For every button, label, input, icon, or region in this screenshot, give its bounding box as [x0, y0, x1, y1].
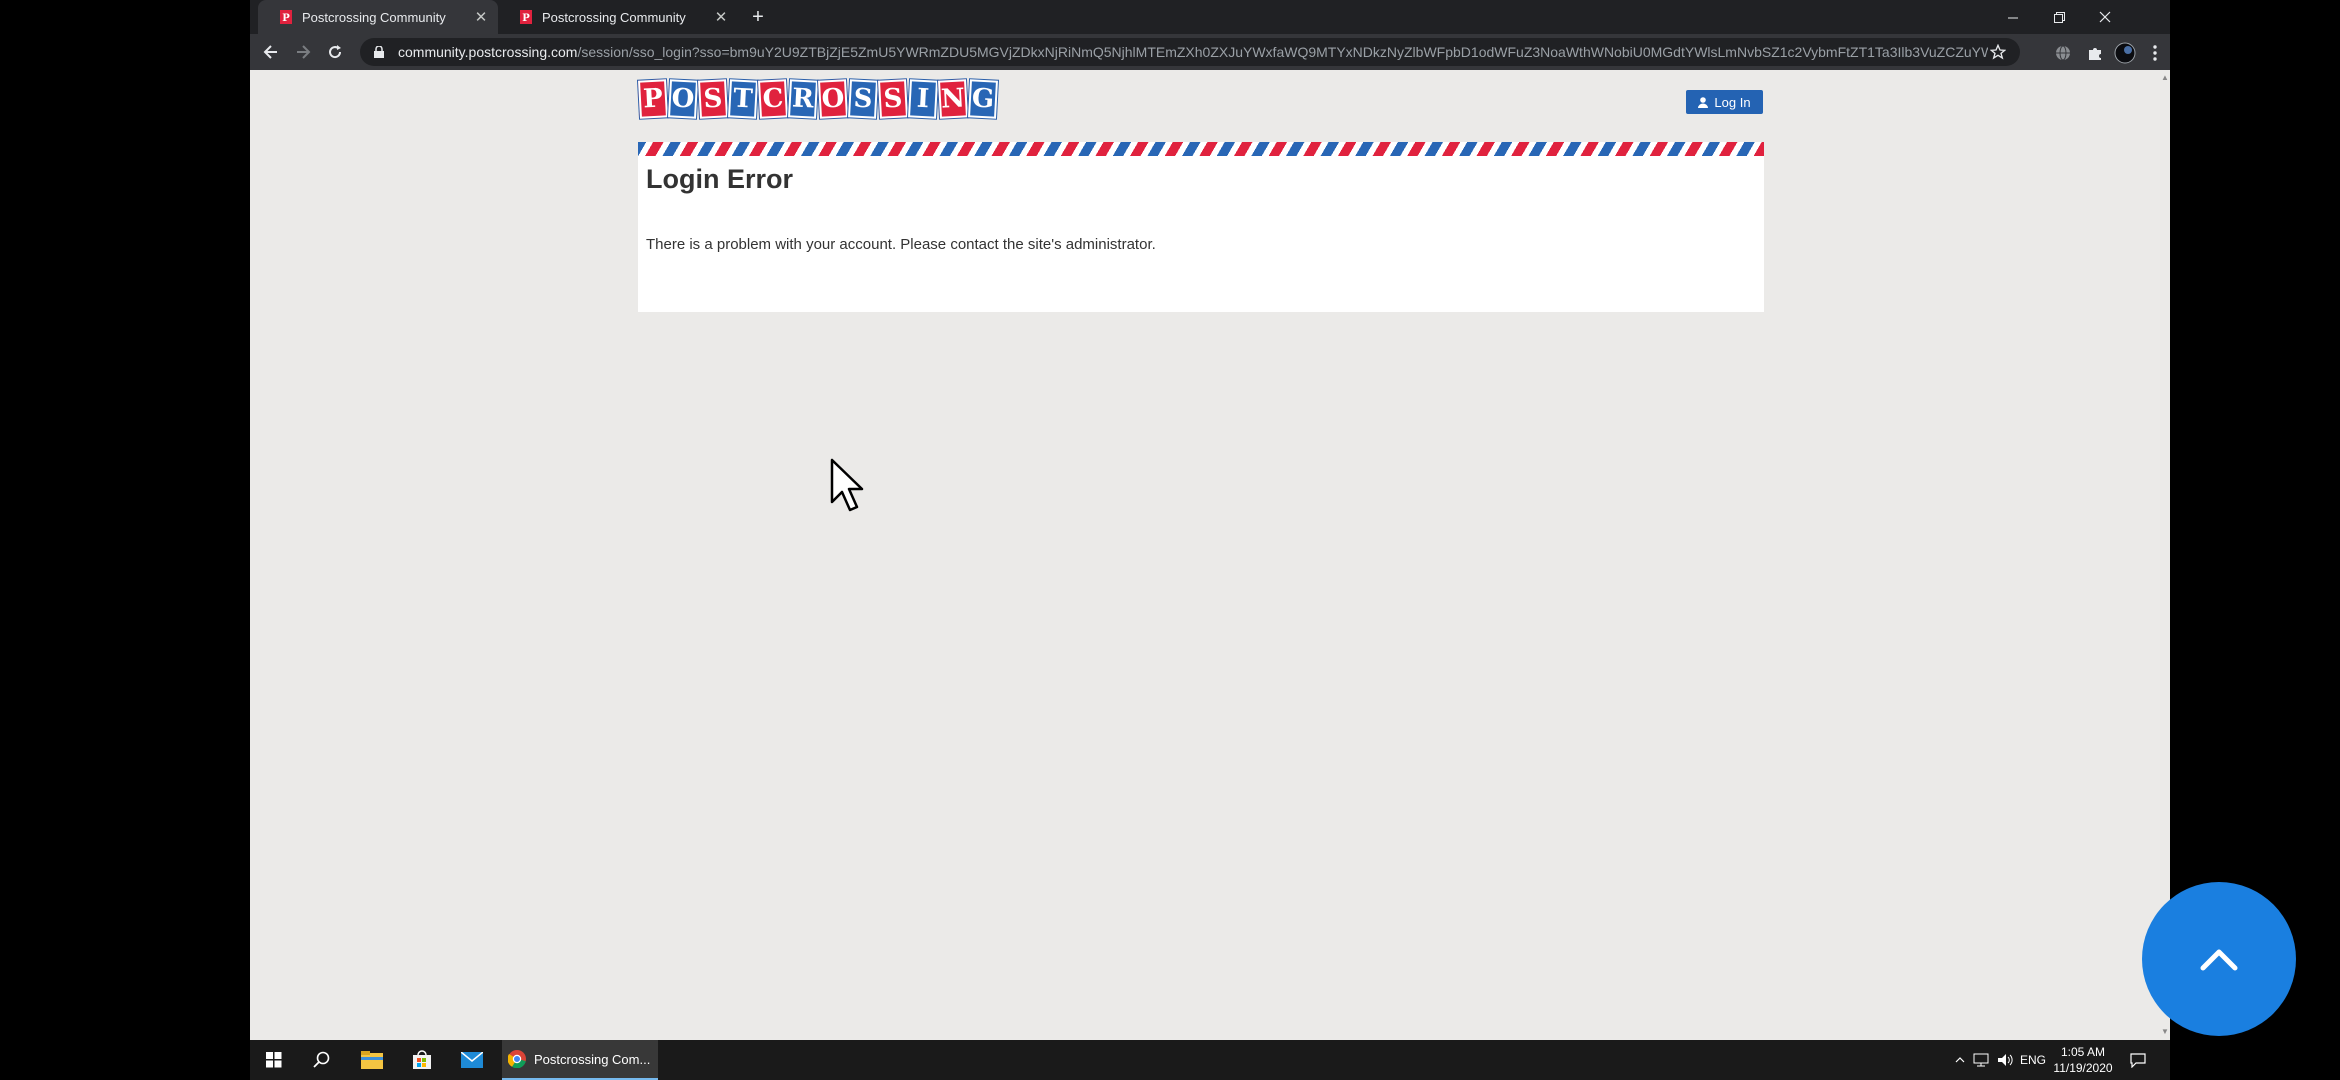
- scroll-up-arrow-icon[interactable]: ▲: [2161, 74, 2169, 82]
- address-bar[interactable]: community.postcrossing.com/session/sso_l…: [360, 38, 2020, 66]
- taskbar-chrome-window[interactable]: Postcrossing Com...: [502, 1040, 658, 1080]
- file-explorer-icon[interactable]: [348, 1040, 396, 1080]
- chevron-up-icon: [2200, 949, 2238, 971]
- tab-postcrossing-2[interactable]: P Postcrossing Community ✕: [498, 0, 738, 34]
- close-window-icon[interactable]: [2082, 0, 2128, 34]
- action-center-icon[interactable]: [2122, 1040, 2154, 1080]
- logo-letter: T: [728, 79, 758, 119]
- postcrossing-favicon-icon: P: [280, 10, 292, 24]
- profile-avatar[interactable]: [2114, 42, 2136, 64]
- svg-text:P: P: [522, 13, 530, 24]
- mouse-cursor-icon: [830, 458, 866, 519]
- scroll-down-arrow-icon[interactable]: ▼: [2161, 1028, 2169, 1036]
- log-in-button[interactable]: Log In: [1686, 90, 1763, 114]
- browser-toolbar: community.postcrossing.com/session/sso_l…: [250, 34, 2170, 70]
- restore-icon[interactable]: [2036, 0, 2082, 34]
- logo-letter: O: [668, 79, 698, 119]
- clock-date: 11/19/2020: [2053, 1061, 2113, 1075]
- screen: P Postcrossing Community ✕ P Postcrossin…: [250, 0, 2170, 1080]
- postcrossing-favicon-icon: P: [520, 10, 532, 24]
- error-card: Login Error There is a problem with your…: [638, 156, 1764, 312]
- extension-globe-icon[interactable]: [2052, 42, 2074, 64]
- language-indicator[interactable]: ENG: [2018, 1040, 2048, 1080]
- tab-title: Postcrossing Community: [542, 9, 686, 25]
- start-windows-icon[interactable]: [250, 1040, 298, 1080]
- tab-title: Postcrossing Community: [302, 9, 446, 25]
- clock[interactable]: 1:05 AM 11/19/2020: [2050, 1044, 2116, 1076]
- search-icon[interactable]: [298, 1040, 346, 1080]
- tab-postcrossing-1[interactable]: P Postcrossing Community ✕: [258, 0, 498, 34]
- network-icon[interactable]: [1970, 1040, 1992, 1080]
- svg-text:P: P: [282, 13, 290, 24]
- logo-letter: O: [818, 79, 848, 119]
- logo-letter: S: [848, 79, 878, 119]
- page-content: POSTCROSSING Log In Login Error There is…: [250, 70, 2170, 1040]
- back-arrow-icon[interactable]: [258, 40, 284, 64]
- user-icon: [1698, 96, 1709, 108]
- tab-strip: P Postcrossing Community ✕ P Postcrossin…: [250, 0, 2170, 34]
- error-message: There is a problem with your account. Pl…: [646, 236, 1156, 253]
- extensions-puzzle-icon[interactable]: [2084, 42, 2106, 64]
- logo-letter: G: [968, 79, 998, 119]
- log-in-label: Log In: [1714, 94, 1751, 110]
- page-title: Login Error: [646, 164, 793, 194]
- logo-letter: R: [788, 79, 818, 119]
- reload-icon[interactable]: [322, 40, 348, 64]
- url-text[interactable]: community.postcrossing.com/session/sso_l…: [398, 44, 1988, 60]
- logo-letter: C: [758, 79, 788, 119]
- url-path: /session/sso_login?sso=bm9uY2U9ZTBjZjE5Z…: [577, 44, 1988, 60]
- tab-close-icon[interactable]: ✕: [712, 8, 730, 26]
- minimize-icon[interactable]: [1990, 0, 2036, 34]
- lock-icon[interactable]: [372, 45, 386, 59]
- taskbar-chrome-label: Postcrossing Com...: [534, 1051, 651, 1067]
- airmail-stripe: [638, 142, 1764, 156]
- postcrossing-logo[interactable]: POSTCROSSING: [638, 79, 999, 120]
- taskbar: Postcrossing Com... ENG 1:05 AM 11/19/20…: [250, 1040, 2170, 1080]
- browser-menu-icon[interactable]: [2144, 42, 2166, 64]
- clock-time: 1:05 AM: [2060, 1045, 2106, 1059]
- url-host: community.postcrossing.com: [398, 44, 578, 60]
- scroll-to-top-button[interactable]: [2142, 882, 2296, 1036]
- logo-letter: S: [698, 79, 728, 119]
- tab-close-icon[interactable]: ✕: [472, 8, 490, 26]
- volume-icon[interactable]: [1994, 1040, 2016, 1080]
- store-bag-icon[interactable]: [398, 1040, 446, 1080]
- logo-letter: N: [938, 79, 968, 119]
- mail-icon[interactable]: [448, 1040, 496, 1080]
- bookmark-star-icon[interactable]: [1988, 44, 2008, 60]
- logo-letter: P: [638, 79, 668, 119]
- logo-letter: S: [878, 79, 908, 119]
- tray-chevron-up-icon[interactable]: [1950, 1040, 1970, 1080]
- forward-arrow-icon[interactable]: [290, 40, 316, 64]
- logo-letter: I: [908, 79, 938, 119]
- chrome-icon: [508, 1050, 526, 1068]
- new-tab-icon[interactable]: +: [746, 6, 770, 28]
